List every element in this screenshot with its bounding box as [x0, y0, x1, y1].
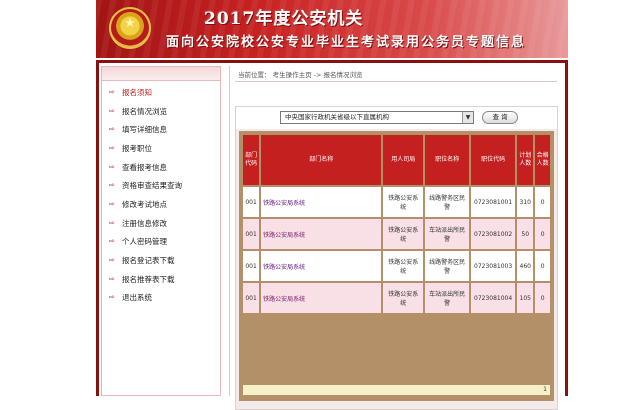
sidebar-item-label: 查看报考信息	[122, 162, 167, 172]
arrow-icon: ⇨	[109, 143, 115, 152]
table-cell: 001	[243, 283, 260, 313]
arrow-icon: ⇨	[109, 199, 115, 208]
header-banner: ★ 2017年度公安机关 面向公安院校公安专业毕业生考试录用公务员专题信息	[96, 0, 568, 58]
sidebar-item-label: 注册信息修改	[122, 218, 167, 228]
arrow-icon: ⇨	[109, 125, 115, 134]
results-table-frame: 部门代码 部门名称 用人司局 职位名称 职位代码 计划人数 合格人数 001 铁路…	[239, 131, 554, 401]
search-row: 中央国家行政机关省级以下直属机构 ▼ 查 询	[236, 107, 557, 129]
pager[interactable]: 1	[243, 385, 550, 395]
arrow-icon: ⇨	[109, 256, 115, 265]
results-table: 部门代码 部门名称 用人司局 职位名称 职位代码 计划人数 合格人数 001 铁路…	[241, 133, 552, 315]
sidebar-item[interactable]: ⇨ 修改考试地点	[109, 195, 182, 214]
sidebar-header	[102, 67, 220, 81]
department-select[interactable]: 中央国家行政机关省级以下直属机构 ▼	[280, 111, 474, 124]
table-cell: 0	[535, 219, 550, 249]
table-cell: 0	[535, 283, 550, 313]
frame-border	[96, 60, 99, 396]
table-cell: 001	[243, 187, 260, 217]
column-header: 用人司局	[383, 135, 424, 185]
column-header: 职位代码	[471, 135, 516, 185]
table-cell[interactable]: 铁路公安局系统	[261, 219, 382, 249]
table-header-row: 部门代码 部门名称 用人司局 职位名称 职位代码 计划人数 合格人数	[243, 135, 550, 185]
table-cell[interactable]: 铁路公安局系统	[261, 187, 382, 217]
sidebar: ⇨ 报名须知 ⇨ 报名情况浏览 ⇨ 填写详细信息 ⇨ 报考职位 ⇨ 查看报考信息 ⇨ 资格审查结果查询…	[101, 66, 221, 396]
sidebar-item-label: 报考职位	[122, 143, 152, 153]
sidebar-item[interactable]: ⇨ 填写详细信息	[109, 120, 182, 139]
table-cell: 0723081003	[471, 251, 516, 281]
table-cell: 铁路公安系统	[383, 187, 424, 217]
sidebar-item-label: 资格审查结果查询	[122, 181, 182, 191]
table-cell: 铁路公安系统	[383, 219, 424, 249]
table-cell: 310	[517, 187, 534, 217]
sidebar-item[interactable]: ⇨ 退出系统	[109, 289, 182, 308]
arrow-icon: ⇨	[109, 87, 115, 96]
arrow-icon: ⇨	[109, 106, 115, 115]
table-cell: 001	[243, 219, 260, 249]
table-cell: 460	[517, 251, 534, 281]
sidebar-item-label: 报名情况浏览	[122, 106, 167, 116]
sidebar-item[interactable]: ⇨ 报名登记表下载	[109, 251, 182, 270]
table-cell: 0	[535, 251, 550, 281]
table-row[interactable]: 001 铁路公安局系统 铁路公安系统 线路警务区民警 0723081001 310 0	[243, 187, 550, 217]
table-cell: 0723081001	[471, 187, 516, 217]
table-cell: 0723081004	[471, 283, 516, 313]
main-content: 当前位置： 考生操作主页 -> 报名情况浏览 中央国家行政机关省级以下直属机构 …	[229, 66, 561, 410]
sidebar-item[interactable]: ⇨ 查看报考信息	[109, 158, 182, 177]
chevron-down-icon[interactable]: ▼	[462, 112, 473, 123]
table-row[interactable]: 001 铁路公安局系统 铁路公安系统 车站派出所民警 0723081004 105 0	[243, 283, 550, 313]
column-header: 合格人数	[535, 135, 550, 185]
table-cell: 铁路公安系统	[383, 283, 424, 313]
table-cell[interactable]: 铁路公安局系统	[261, 251, 382, 281]
breadcrumb: 当前位置： 考生操作主页 -> 报名情况浏览	[238, 71, 363, 79]
column-header: 部门代码	[243, 135, 260, 185]
banner-title: 2017年度公安机关	[204, 9, 364, 29]
table-cell: 0723081002	[471, 219, 516, 249]
sidebar-item[interactable]: ⇨ 报名情况浏览	[109, 102, 182, 121]
table-cell: 50	[517, 219, 534, 249]
sidebar-item-label: 个人密码管理	[122, 237, 167, 247]
police-emblem-icon: ★	[109, 7, 151, 49]
sidebar-menu: ⇨ 报名须知 ⇨ 报名情况浏览 ⇨ 填写详细信息 ⇨ 报考职位 ⇨ 查看报考信息 ⇨ 资格审查结果查询…	[109, 83, 182, 307]
sidebar-item-label: 报名推荐表下载	[122, 274, 175, 284]
arrow-icon: ⇨	[109, 181, 115, 190]
table-cell: 001	[243, 251, 260, 281]
table-cell: 0	[535, 187, 550, 217]
table-cell: 线路警务区民警	[425, 187, 470, 217]
table-cell: 车站派出所民警	[425, 219, 470, 249]
column-header: 计划人数	[517, 135, 534, 185]
query-panel: 中央国家行政机关省级以下直属机构 ▼ 查 询 部门代码 部门名称 用人司局 职位…	[235, 106, 558, 410]
sidebar-item-label: 退出系统	[122, 293, 152, 303]
query-button[interactable]: 查 询	[482, 111, 518, 124]
sidebar-item-label: 填写详细信息	[122, 125, 167, 135]
sidebar-item-label: 报名登记表下载	[122, 256, 175, 266]
department-select-value: 中央国家行政机关省级以下直属机构	[285, 113, 389, 121]
banner-subtitle: 面向公安院校公安专业毕业生考试录用公务员专题信息	[166, 35, 527, 50]
sidebar-item[interactable]: ⇨ 个人密码管理	[109, 233, 182, 252]
sidebar-item[interactable]: ⇨ 报名须知	[109, 83, 182, 102]
arrow-icon: ⇨	[109, 218, 115, 227]
sidebar-item[interactable]: ⇨ 报考职位	[109, 139, 182, 158]
table-cell: 105	[517, 283, 534, 313]
divider	[235, 81, 557, 82]
column-header: 部门名称	[261, 135, 382, 185]
table-cell: 线路警务区民警	[425, 251, 470, 281]
arrow-icon: ⇨	[109, 274, 115, 283]
table-row[interactable]: 001 铁路公安局系统 铁路公安系统 线路警务区民警 0723081003 460 0	[243, 251, 550, 281]
sidebar-item[interactable]: ⇨ 报名推荐表下载	[109, 270, 182, 289]
sidebar-item-label: 报名须知	[122, 87, 152, 97]
table-cell: 车站派出所民警	[425, 283, 470, 313]
sidebar-item[interactable]: ⇨ 资格审查结果查询	[109, 176, 182, 195]
table-row[interactable]: 001 铁路公安局系统 铁路公安系统 车站派出所民警 0723081002 50 0	[243, 219, 550, 249]
arrow-icon: ⇨	[109, 237, 115, 246]
arrow-icon: ⇨	[109, 162, 115, 171]
sidebar-item[interactable]: ⇨ 注册信息修改	[109, 214, 182, 233]
column-header: 职位名称	[425, 135, 470, 185]
frame-border	[565, 60, 568, 396]
table-cell: 铁路公安系统	[383, 251, 424, 281]
arrow-icon: ⇨	[109, 293, 115, 302]
sidebar-item-label: 修改考试地点	[122, 199, 167, 209]
frame-border	[96, 60, 568, 63]
table-cell[interactable]: 铁路公安局系统	[261, 283, 382, 313]
